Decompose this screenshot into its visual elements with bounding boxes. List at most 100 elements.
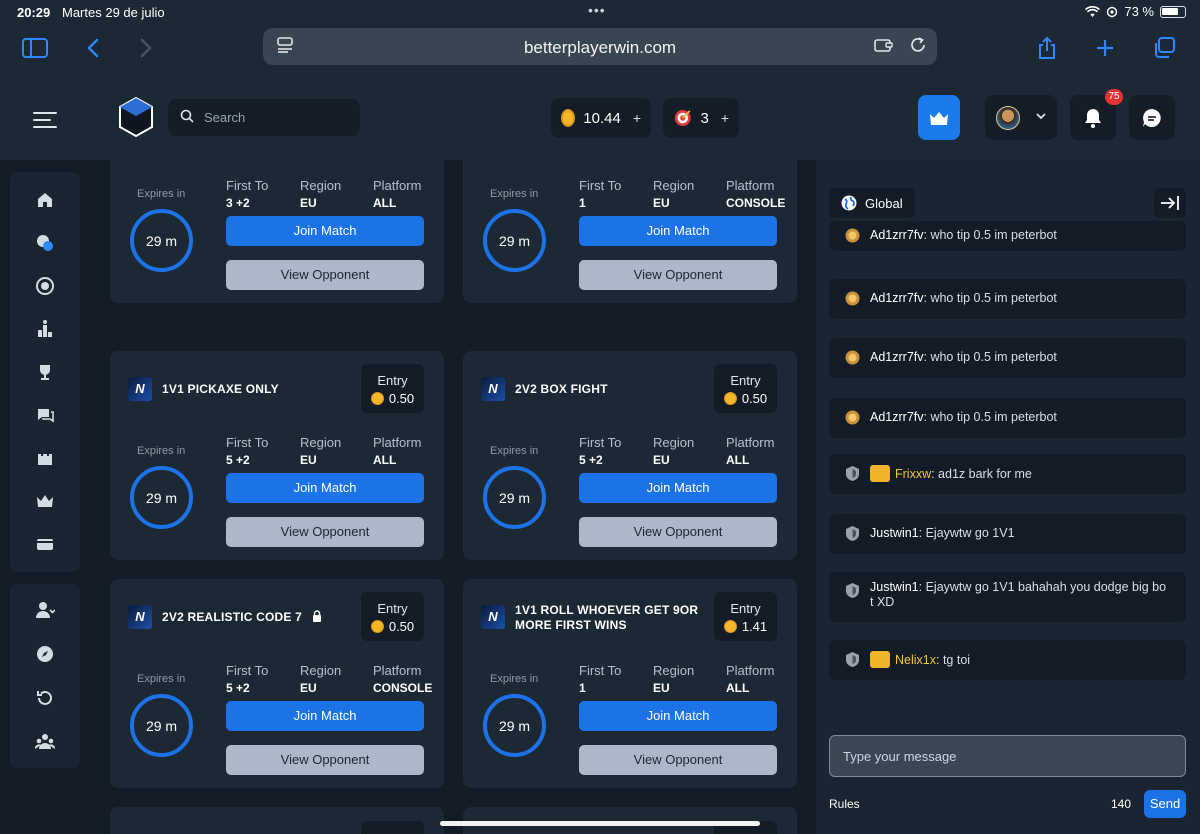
- match-title-text: 2V2 BOX FIGHT: [515, 382, 608, 396]
- timer-value: 29 m: [498, 232, 531, 249]
- join-match-button[interactable]: Join Match: [226, 473, 424, 503]
- extensions-icon[interactable]: [873, 36, 893, 56]
- first-to-label: First To: [579, 435, 622, 450]
- entry-label: Entry: [377, 601, 408, 616]
- view-opponent-button[interactable]: View Opponent: [226, 517, 424, 547]
- message-username[interactable]: Ad1zrr7fv: [870, 410, 924, 424]
- rules-link[interactable]: Rules: [829, 797, 860, 811]
- rank-badge-icon: [845, 291, 860, 306]
- vip-crown-icon: [870, 465, 890, 482]
- entry-value: 0.50: [361, 391, 424, 406]
- send-button[interactable]: Send: [1144, 790, 1186, 818]
- profile-menu[interactable]: [985, 95, 1057, 140]
- first-to-value: 3 +2: [226, 196, 250, 210]
- first-to-label: First To: [226, 178, 269, 193]
- message-username[interactable]: Justwin1: [870, 580, 919, 594]
- view-opponent-button[interactable]: View Opponent: [579, 260, 777, 290]
- chat-toggle-button[interactable]: [1129, 95, 1175, 140]
- share-icon[interactable]: [1031, 32, 1063, 64]
- target-icon: [674, 110, 691, 126]
- timer-ring: 29 m: [483, 466, 546, 529]
- entry-value: 1.41: [714, 619, 777, 634]
- sidebar-toggle-icon[interactable]: [19, 32, 51, 64]
- entry-box: Entry 0.50: [361, 592, 424, 641]
- expires-label: Expires in: [490, 673, 539, 685]
- message-text: Ad1zrr7fv: who tip 0.5 im peterbot: [870, 291, 1190, 306]
- chat-message: Frixxw: ad1z bark for me: [829, 454, 1186, 494]
- message-overflow: t XD: [870, 595, 895, 609]
- status-time: 20:29: [17, 5, 51, 20]
- entry-box: [361, 821, 424, 834]
- expires-label: Expires in: [490, 188, 539, 200]
- tabs-overview-icon[interactable]: [1148, 32, 1180, 64]
- view-opponent-button[interactable]: View Opponent: [226, 260, 424, 290]
- rank-badge-icon: [846, 526, 859, 541]
- message-username[interactable]: Frixxw: [895, 467, 931, 481]
- chevron-down-icon: [1035, 109, 1047, 123]
- back-icon[interactable]: [77, 32, 109, 64]
- view-opponent-button[interactable]: View Opponent: [226, 745, 424, 775]
- game-mode-icon: N: [128, 605, 152, 629]
- multitask-dots-icon[interactable]: •••: [588, 2, 606, 18]
- match-card: N 1V1 BOX FIGHT Entry 0.50 Expires in 29…: [110, 160, 444, 303]
- chat-bubble-icon: [1143, 108, 1161, 127]
- join-match-button[interactable]: Join Match: [579, 473, 777, 503]
- timer-ring: 29 m: [130, 694, 193, 757]
- new-tab-icon[interactable]: [1089, 32, 1121, 64]
- first-to-value: 5 +2: [226, 453, 250, 467]
- search-input[interactable]: Search: [168, 99, 360, 136]
- rank-badge-icon: [846, 652, 859, 667]
- add-tickets-button[interactable]: +: [721, 110, 729, 126]
- balance-pill[interactable]: 10.44 +: [551, 98, 651, 138]
- menu-icon[interactable]: [33, 112, 57, 133]
- reload-icon[interactable]: [908, 36, 928, 56]
- first-to-label: First To: [579, 178, 622, 193]
- chat-panel: Global Ad1zrr7fv: who tip 0.5 im peterbo…: [816, 160, 1200, 834]
- join-match-button[interactable]: Join Match: [579, 216, 777, 246]
- message-username[interactable]: Justwin1: [870, 526, 919, 540]
- message-username[interactable]: Ad1zrr7fv: [870, 350, 924, 364]
- view-opponent-button[interactable]: View Opponent: [579, 517, 777, 547]
- match-title: 1V1 ROLL WHOEVER GET 9OR MORE FIRST WINS: [515, 603, 715, 633]
- rank-badge-icon: [845, 410, 860, 425]
- message-username[interactable]: Nelix1x: [895, 653, 936, 667]
- timer-ring: 29 m: [130, 466, 193, 529]
- rank-badge-icon: [845, 228, 860, 243]
- entry-value: 0.50: [714, 391, 777, 406]
- rank-badge-icon: [846, 466, 859, 481]
- region-label: Region: [653, 178, 695, 193]
- platform-value: ALL: [726, 681, 750, 695]
- chat-message: Justwin1: Ejaywtw go 1V1 bahahah you dod…: [829, 572, 1186, 622]
- join-match-button[interactable]: Join Match: [226, 216, 424, 246]
- join-match-button[interactable]: Join Match: [226, 701, 424, 731]
- coin-icon: [723, 620, 737, 633]
- platform-label: Platform: [726, 663, 775, 678]
- platform-value: CONSOLE: [373, 681, 433, 695]
- first-to-label: First To: [226, 435, 269, 450]
- site-logo[interactable]: [118, 96, 154, 138]
- message-field[interactable]: [830, 736, 1185, 776]
- entry-amount: 0.50: [388, 619, 415, 634]
- region-label: Region: [300, 663, 342, 678]
- message-username[interactable]: Ad1zrr7fv: [870, 291, 924, 305]
- region-label: Region: [653, 435, 695, 450]
- message-text: Justwin1: Ejaywtw go 1V1 bahahah you dod…: [870, 580, 1170, 610]
- status-bar: 20:29 Martes 29 de julio ••• 73 %: [0, 0, 1200, 24]
- vip-button[interactable]: [918, 95, 960, 140]
- address-bar[interactable]: betterplayerwin.com: [263, 28, 937, 65]
- search-placeholder: Search: [204, 110, 246, 125]
- coin-icon: [561, 109, 576, 127]
- add-funds-button[interactable]: +: [633, 110, 641, 126]
- match-title-text: 1V1 PICKAXE ONLY: [162, 382, 279, 396]
- char-counter: 140: [1111, 797, 1132, 811]
- game-mode-icon: N: [481, 377, 505, 401]
- join-match-button[interactable]: Join Match: [579, 701, 777, 731]
- forward-icon[interactable]: [130, 32, 162, 64]
- match-card: [110, 807, 444, 834]
- tickets-pill[interactable]: 3 +: [663, 98, 739, 138]
- chat-input[interactable]: [829, 735, 1186, 777]
- region-label: Region: [300, 178, 342, 193]
- message-username[interactable]: Ad1zrr7fv: [870, 228, 924, 242]
- match-card: N 2V2 REALISTIC CODE 7 Entry 0.50 Expire…: [110, 579, 444, 788]
- view-opponent-button[interactable]: View Opponent: [579, 745, 777, 775]
